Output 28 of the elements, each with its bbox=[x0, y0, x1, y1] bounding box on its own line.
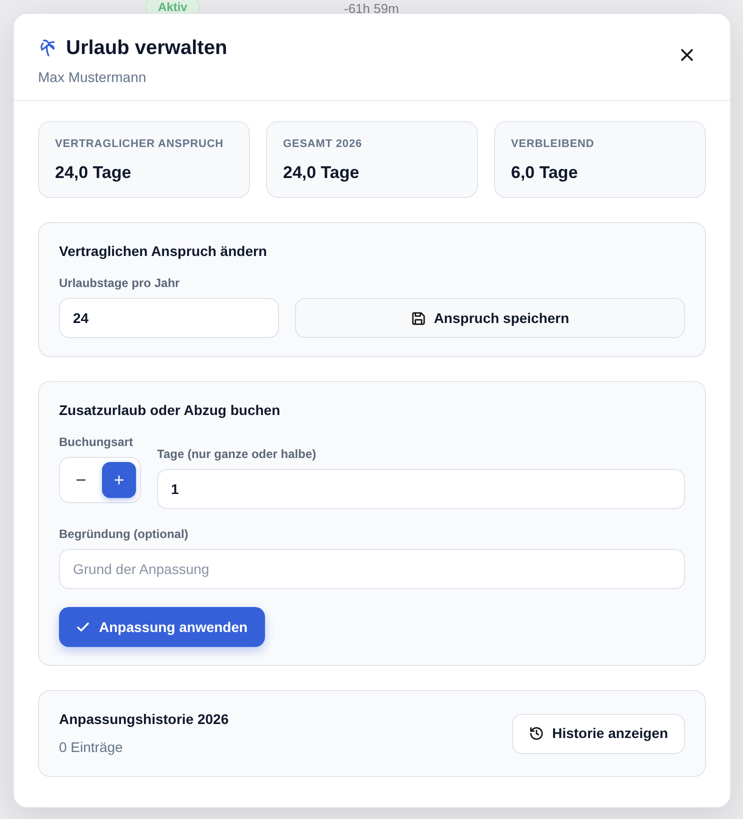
stat-label: GESAMT 2026 bbox=[283, 137, 363, 152]
checkmark-icon bbox=[76, 620, 90, 634]
stat-label: VERTRAGLICHER ANSPRUCH bbox=[55, 137, 225, 152]
input-field[interactable]: 24 bbox=[59, 298, 279, 338]
section-heading: Vertraglichen Anspruch ändern bbox=[59, 242, 268, 261]
toggle-option[interactable]: + bbox=[102, 462, 136, 498]
apply-button[interactable]: Anpassung anwenden bbox=[59, 607, 265, 647]
section-heading: Zusatzurlaub oder Abzug buchen bbox=[59, 401, 282, 420]
close-icon bbox=[680, 48, 694, 62]
stat-value: 6,0 Tage bbox=[511, 162, 579, 184]
field-label: Buchungsart bbox=[59, 434, 134, 451]
stat-value: 24,0 Tage bbox=[283, 162, 360, 184]
input-field[interactable]: Grund der Anpassung bbox=[59, 549, 685, 589]
section-heading: Anpassungshistorie 2026 bbox=[59, 710, 229, 729]
history-button[interactable]: Historie anzeigen bbox=[512, 714, 685, 754]
save-button[interactable]: Anspruch speichern bbox=[295, 298, 685, 338]
balance-text: -61h 59m bbox=[344, 0, 399, 18]
input-field[interactable]: 1 bbox=[157, 469, 685, 509]
dialog-title: Urlaub verwalten bbox=[66, 36, 228, 60]
toggle-option[interactable]: − bbox=[64, 462, 98, 498]
employee-name: Max Mustermann bbox=[38, 68, 148, 87]
stat-value: 24,0 Tage bbox=[55, 162, 132, 184]
entry-count: 0 Einträge bbox=[59, 738, 124, 757]
field-label: Urlaubstage pro Jahr bbox=[59, 275, 181, 292]
field-label: Begründung (optional) bbox=[59, 526, 190, 543]
history-icon bbox=[529, 726, 544, 741]
field-label: Tage (nur ganze oder halbe) bbox=[157, 446, 318, 463]
stat-label: VERBLEIBEND bbox=[511, 137, 596, 152]
